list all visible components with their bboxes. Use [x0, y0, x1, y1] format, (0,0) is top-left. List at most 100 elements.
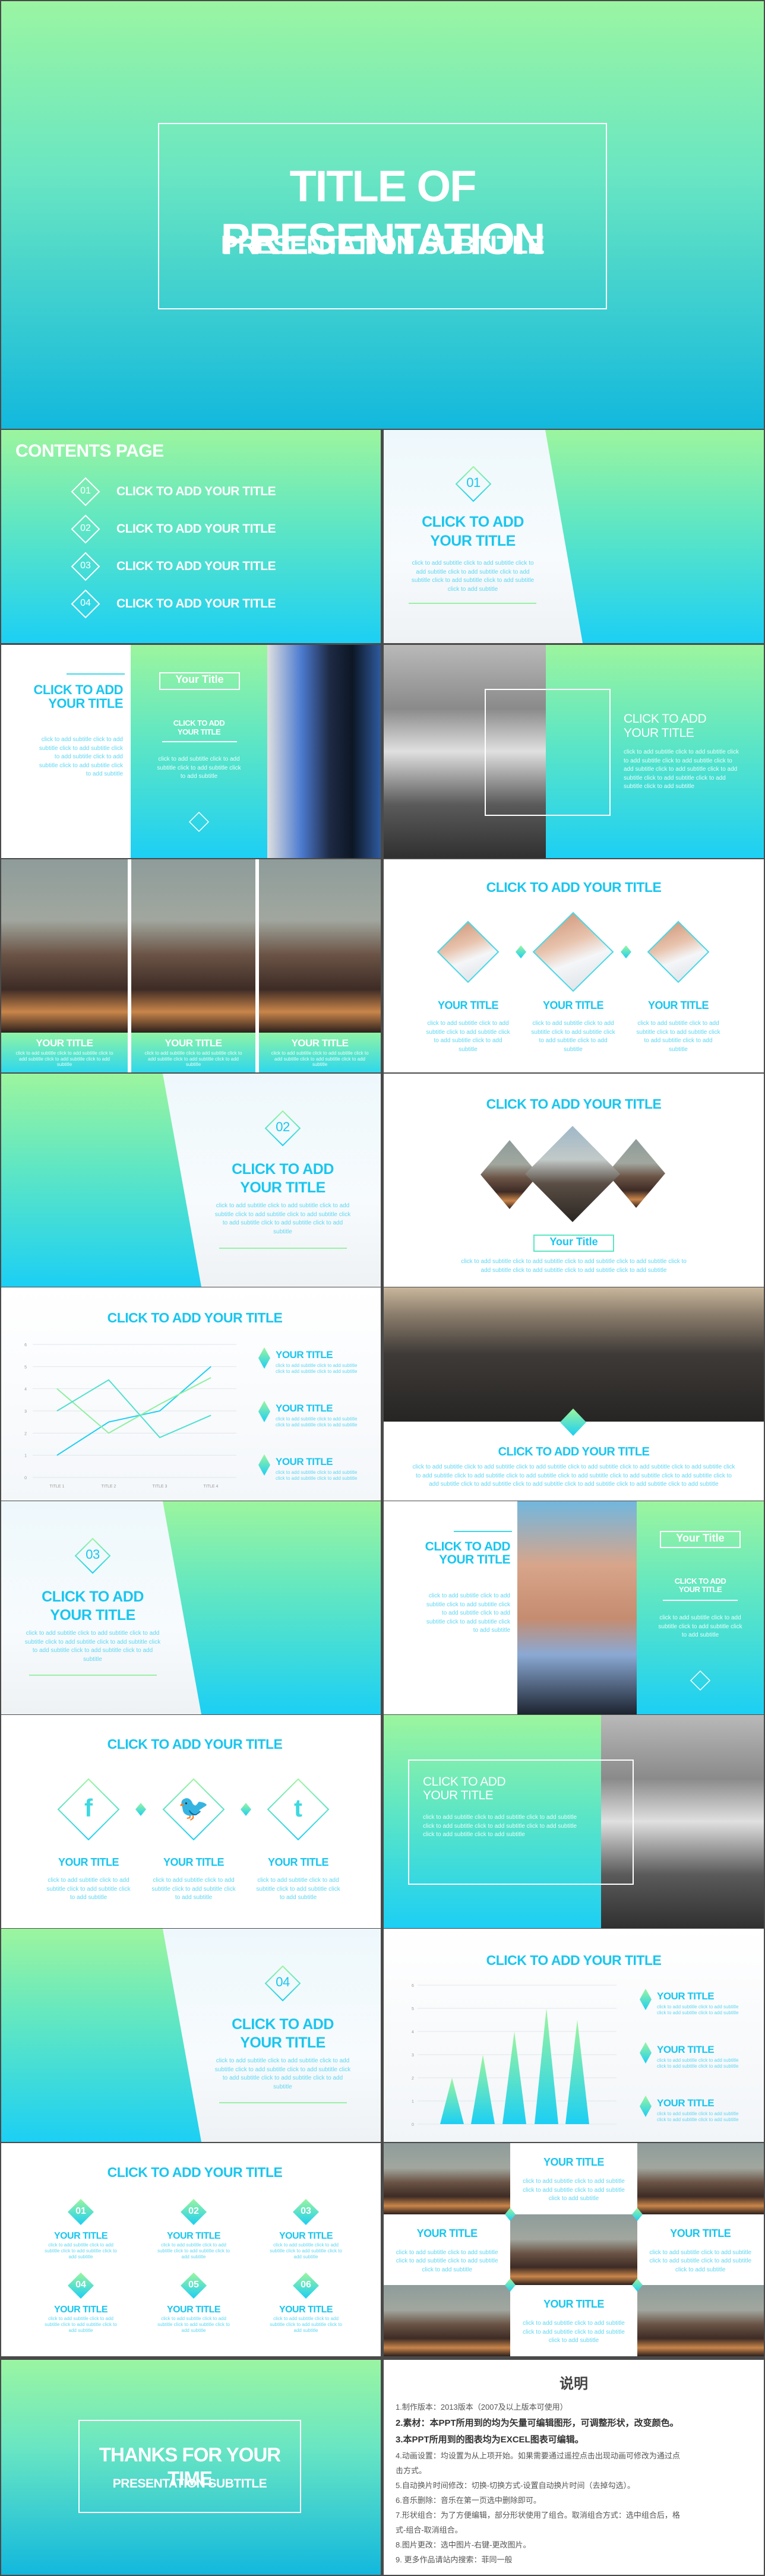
- item-number: 06: [301, 2280, 311, 2290]
- small-diamond-icon: [135, 1803, 146, 1816]
- title-1: CLICK TO ADD: [624, 712, 707, 726]
- section-title-2: YOUR TITLE: [430, 533, 516, 549]
- photo-card: YOUR TITLE click to add subtitle click to…: [131, 859, 255, 1072]
- section-title-2: YOUR TITLE: [240, 2034, 325, 2051]
- legend-subtitle: click to add subtitle click to add subti…: [657, 2058, 739, 2069]
- twitter-icon[interactable]: 🐦: [176, 1794, 211, 1823]
- y-tick-label: 6: [24, 1343, 27, 1347]
- your-title-box: Your Title: [660, 1531, 741, 1548]
- contents-item-number: 04: [80, 598, 91, 608]
- data-point: [56, 1410, 58, 1412]
- section-subtitle: click to add subtitle click to add subti…: [24, 1630, 161, 1663]
- panel-title-2: YOUR TITLE: [678, 1585, 722, 1594]
- diamond-bullet-icon: [640, 2042, 652, 2064]
- note-line: 6.音乐删除：音乐在第一页选中删除即可。: [396, 2496, 541, 2505]
- contents-item[interactable]: 01 CLICK TO ADD YOUR TITLE: [71, 477, 309, 507]
- bar-5: [565, 2020, 589, 2124]
- item-title: YOUR TITLE: [438, 999, 499, 1011]
- legend-title: YOUR TITLE: [276, 1456, 333, 1467]
- diamond-bullet-icon: [640, 1989, 652, 2010]
- slide-person[interactable]: CLICK TO ADD YOUR TITLE click to add sub…: [384, 1501, 764, 1714]
- divider: [454, 1531, 512, 1532]
- contents-item[interactable]: 03 CLICK TO ADD YOUR TITLE: [71, 552, 309, 581]
- photo-card: YOUR TITLE click to add subtitle click to…: [259, 859, 381, 1072]
- slide-frame-photo-2[interactable]: CLICK TO ADD YOUR TITLE click to add sub…: [384, 1715, 764, 1928]
- slide-three-photos[interactable]: YOUR TITLE click to add subtitle click to…: [1, 859, 381, 1072]
- legend-title: YOUR TITLE: [657, 2044, 715, 2055]
- title-2: YOUR TITLE: [423, 1789, 494, 1802]
- line-chart: 0 1 2 3 4 5 6 TITLE 1 TITLE 2 TITLE 3 TITLE 4: [24, 1343, 236, 1489]
- aerial-photo: [384, 1287, 764, 1422]
- slide-title[interactable]: TITLE OF PRESENTATION PRESENTATION SUBTI…: [1, 1, 764, 429]
- slide-thanks[interactable]: THANKS FOR YOUR TIME PRESENTATION SUBTIT…: [1, 2360, 381, 2575]
- data-point: [56, 1388, 58, 1390]
- slide-three-diamonds[interactable]: CLICK TO ADD YOUR TITLE YOUR TITLE click …: [384, 859, 764, 1072]
- item-number: 03: [301, 2206, 311, 2216]
- y-tick-label: 2: [24, 1432, 27, 1436]
- note-line: 击方式。: [396, 2466, 427, 2475]
- cell-title: YOUR TITLE: [670, 2227, 731, 2239]
- tumblr-icon[interactable]: t: [280, 1794, 316, 1822]
- y-tick-label: 5: [24, 1365, 27, 1369]
- y-tick-label: 1: [24, 1454, 27, 1458]
- slide-section-01[interactable]: 01 CLICK TO ADD YOUR TITLE click to add …: [384, 430, 764, 643]
- contents-item-label: CLICK TO ADD YOUR TITLE: [116, 522, 276, 536]
- divider: [29, 1675, 157, 1676]
- note-line: 4.动画设置：均设置为从上项开始。如果需要通过遥控点击出现动画可修改为通过点: [396, 2451, 680, 2460]
- slide-frame-photo[interactable]: CLICK TO ADD YOUR TITLE click to add sub…: [384, 645, 764, 858]
- facebook-icon[interactable]: f: [71, 1794, 106, 1822]
- legend-subtitle: click to add subtitle click to add subti…: [657, 2004, 739, 2016]
- divider: [409, 603, 536, 604]
- slide-line-chart[interactable]: CLICK TO ADD YOUR TITLE 0 1 2 3 4 5 6 TITLE 1 TI…: [1, 1287, 381, 1501]
- item-title: YOUR TITLE: [279, 2305, 333, 2315]
- city-photo: [637, 2285, 764, 2356]
- item-title: YOUR TITLE: [53, 2231, 108, 2241]
- section-title-1: CLICK TO ADD: [232, 2016, 334, 2033]
- slide-title: CLICK TO ADD YOUR TITLE: [486, 879, 662, 895]
- item-subtitle: click to add subtitle click to add subti…: [45, 2242, 117, 2259]
- small-diamond-icon: [631, 2278, 643, 2292]
- slide-diamond-gallery[interactable]: CLICK TO ADD YOUR TITLE Your Title click…: [384, 1074, 764, 1287]
- title-2: YOUR TITLE: [624, 726, 694, 740]
- slide-title: CLICK TO ADD YOUR TITLE: [107, 2164, 283, 2180]
- legend-title: YOUR TITLE: [276, 1403, 333, 1414]
- slide-social[interactable]: CLICK TO ADD YOUR TITLE f YOUR TITLE click…: [1, 1715, 381, 1928]
- divider: [219, 1248, 347, 1249]
- note-line: 9. 更多作品请站内搜索：菲同一般: [396, 2555, 513, 2564]
- section-title-1: CLICK TO ADD: [232, 1161, 334, 1178]
- bar-chart: 0 1 2 3 4 5 6: [412, 1984, 617, 2127]
- item-subtitle: click to add subtitle click to add subti…: [46, 1877, 131, 1901]
- slide-section-04[interactable]: 04 CLICK TO ADD YOUR TITLE click to add …: [1, 1929, 381, 2142]
- slide-contents[interactable]: CONTENTS PAGE 01 CLICK TO ADD YOUR TITLE 0…: [1, 430, 381, 643]
- item-title: YOUR TITLE: [163, 1856, 225, 1868]
- item-title: YOUR TITLE: [268, 1856, 329, 1868]
- diamond-icon: [690, 1670, 711, 1691]
- y-tick-label: 1: [412, 2100, 414, 2104]
- slide-aerial[interactable]: CLICK TO ADD YOUR TITLE click to add sub…: [384, 1287, 764, 1501]
- slide-panel-title[interactable]: CLICK TO ADD YOUR TITLE click to add sub…: [1, 645, 381, 858]
- slide-photo-grid[interactable]: YOUR TITLE click to add subtitle click to…: [384, 2143, 764, 2356]
- cell-title: YOUR TITLE: [416, 2227, 478, 2239]
- item-subtitle: click to add subtitle click to add subti…: [256, 1877, 340, 1901]
- slide-section-02[interactable]: 02 CLICK TO ADD YOUR TITLE click to add …: [1, 1074, 381, 1287]
- slide-section-03[interactable]: 03 CLICK TO ADD YOUR TITLE click to add …: [1, 1501, 381, 1714]
- item-subtitle: click to add subtitle click to add subti…: [45, 2316, 117, 2333]
- slide-six-items[interactable]: CLICK TO ADD YOUR TITLE 01 YOUR TITLE clic…: [1, 2143, 381, 2356]
- slide-bar-chart[interactable]: CLICK TO ADD YOUR TITLE 0 1 2 3 4 5 6 YOUR TITL…: [384, 1929, 764, 2142]
- y-tick-label: 0: [412, 2123, 414, 2127]
- item-subtitle: click to add subtitle click to add subti…: [157, 2316, 230, 2333]
- subtitle: click to add subtitle click to add subti…: [426, 1593, 510, 1634]
- slide-notes[interactable]: 说明 1.制作版本：2013版本（2007及以上版本可使用） 2.素材：本PPT所…: [384, 2360, 764, 2575]
- section-number: 01: [466, 475, 481, 490]
- x-tick-label: TITLE 4: [204, 1485, 219, 1489]
- contents-item[interactable]: 04 CLICK TO ADD YOUR TITLE: [71, 589, 309, 619]
- y-tick-label: 3: [24, 1410, 27, 1414]
- subtitle: click to add subtitle click to add subti…: [423, 1814, 577, 1838]
- section-subtitle: click to add subtitle click to add subti…: [214, 1202, 351, 1235]
- contents-item[interactable]: 02 CLICK TO ADD YOUR TITLE: [71, 514, 309, 544]
- subtitle: click to add subtitle click to add subti…: [39, 736, 123, 777]
- diamond-outline: [647, 920, 710, 983]
- city-photo: [267, 645, 381, 858]
- card-title: YOUR TITLE: [291, 1037, 349, 1049]
- diamond-bullet-icon: [258, 1347, 270, 1369]
